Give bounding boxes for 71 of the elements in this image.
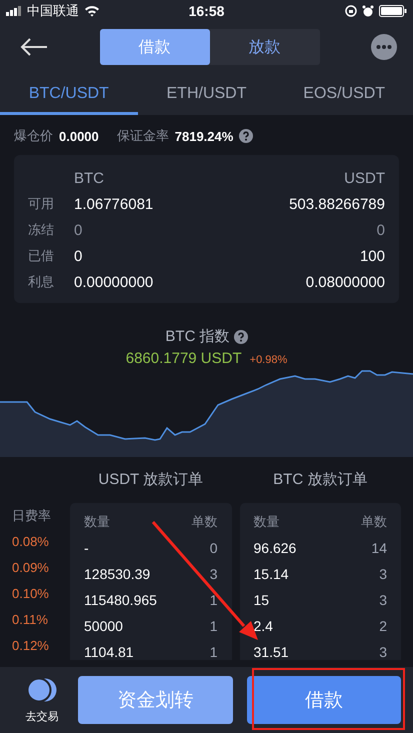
book-title: BTC 放款订单 bbox=[272, 470, 368, 490]
index-title: BTC 指数 bbox=[165, 327, 230, 346]
mode-tab[interactable]: 放款 bbox=[210, 29, 320, 65]
summary-value: 7819.24% bbox=[174, 128, 234, 144]
balance-value: 0 bbox=[376, 222, 385, 238]
index-price: 6860.1779 USDT bbox=[126, 350, 242, 367]
column-header: 日费率 bbox=[12, 507, 52, 525]
amount-cell: 2.4 bbox=[254, 618, 273, 634]
count-cell: 3 bbox=[379, 644, 387, 660]
trade-icon[interactable] bbox=[26, 676, 58, 702]
price-change: +0.98% bbox=[250, 354, 288, 366]
summary-label: 爆仓价 bbox=[14, 127, 53, 145]
more-icon[interactable] bbox=[371, 34, 397, 60]
balance-value: 0.00000000 bbox=[74, 274, 154, 290]
rotation-lock-icon bbox=[345, 5, 357, 17]
back-arrow-icon[interactable] bbox=[20, 37, 48, 57]
rate-value: 0.11% bbox=[12, 611, 49, 629]
column-header: 单数 bbox=[361, 513, 387, 531]
help-icon[interactable] bbox=[239, 129, 254, 143]
column-header: USDT bbox=[343, 170, 385, 186]
row-label: 冻结 bbox=[28, 221, 55, 239]
pair-tab[interactable]: BTC/USDT bbox=[0, 72, 138, 115]
column-header: 数量 bbox=[254, 513, 280, 531]
pair-tab[interactable]: ETH/USDT bbox=[138, 72, 276, 115]
amount-cell: 115480.965 bbox=[84, 592, 157, 608]
balance-value: 0 bbox=[74, 222, 84, 238]
count-cell: 3 bbox=[379, 592, 387, 608]
clock-time: 16:58 bbox=[188, 3, 224, 19]
row-label: 可用 bbox=[28, 195, 55, 213]
rate-value: 0.08% bbox=[12, 533, 50, 551]
count-cell: 0 bbox=[210, 540, 218, 556]
rate-value: 0.12% bbox=[12, 637, 50, 655]
action-button[interactable]: 借款 bbox=[246, 676, 401, 724]
balance-value: 503.88266789 bbox=[288, 196, 385, 212]
row-label: 已借 bbox=[28, 247, 55, 265]
balance-value: 100 bbox=[358, 248, 385, 264]
amount-cell: 128530.39 bbox=[84, 566, 150, 582]
count-cell: 14 bbox=[371, 540, 387, 556]
amount-cell: 96.626 bbox=[254, 540, 296, 556]
count-cell: 3 bbox=[210, 566, 218, 582]
summary-value: 0.0000 bbox=[59, 128, 99, 144]
wifi-icon bbox=[84, 5, 100, 17]
alarm-icon bbox=[362, 5, 374, 17]
count-cell: 3 bbox=[379, 566, 387, 582]
count-cell: 1 bbox=[210, 644, 218, 660]
balance-value: 0 bbox=[74, 248, 84, 264]
carrier-name: 中国联通 bbox=[27, 2, 79, 20]
amount-cell: - bbox=[84, 540, 89, 556]
battery-icon bbox=[379, 5, 407, 17]
signal-icon bbox=[6, 6, 22, 16]
amount-cell: 1104.81 bbox=[84, 644, 134, 660]
rate-value: 0.10% bbox=[12, 585, 50, 603]
summary-label: 保证金率 bbox=[116, 127, 169, 145]
amount-cell: 31.51 bbox=[254, 644, 289, 660]
pair-tab[interactable]: EOS/USDT bbox=[275, 72, 413, 115]
balance-value: 1.06776081 bbox=[74, 196, 154, 212]
amount-cell: 15.14 bbox=[254, 566, 289, 582]
column-header: BTC bbox=[74, 170, 105, 186]
amount-cell: 15 bbox=[254, 592, 270, 608]
count-cell: 2 bbox=[379, 618, 387, 634]
help-icon[interactable] bbox=[234, 330, 248, 344]
row-label: 利息 bbox=[28, 273, 55, 291]
rate-value: 0.09% bbox=[12, 559, 50, 577]
trade-label[interactable]: 去交易 bbox=[26, 708, 58, 724]
column-header: 单数 bbox=[192, 513, 218, 531]
book-title: USDT 放款订单 bbox=[97, 470, 204, 490]
count-cell: 1 bbox=[210, 592, 218, 608]
column-header: 数量 bbox=[84, 513, 110, 531]
balance-value: 0.08000000 bbox=[304, 274, 385, 290]
amount-cell: 50000 bbox=[84, 618, 123, 634]
count-cell: 1 bbox=[210, 618, 218, 634]
